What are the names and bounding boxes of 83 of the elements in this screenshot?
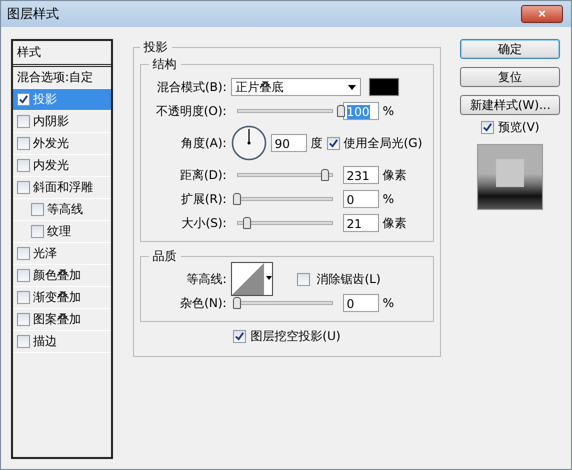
- shadow-preview-drawing: [477, 144, 544, 210]
- checkbox[interactable]: [17, 137, 30, 150]
- style-label: 外发光: [33, 135, 69, 152]
- style-item[interactable]: 斜面和浮雕: [13, 177, 111, 199]
- window-title: 图层样式: [7, 6, 59, 23]
- unit-label: %: [382, 296, 394, 310]
- style-item[interactable]: 内阴影: [13, 111, 111, 133]
- style-item[interactable]: 图案叠加: [13, 309, 111, 331]
- angle-dial-icon[interactable]: [230, 125, 267, 161]
- checkbox[interactable]: [17, 159, 30, 172]
- style-label: 纹理: [47, 223, 71, 240]
- checkbox[interactable]: [296, 272, 310, 286]
- checkbox[interactable]: [17, 269, 30, 282]
- slider-thumb[interactable]: [336, 105, 345, 117]
- checkbox[interactable]: [17, 93, 30, 106]
- style-label: 颜色叠加: [33, 267, 81, 284]
- style-label: 描边: [33, 333, 57, 350]
- group-title: 投影: [142, 39, 169, 56]
- field-label: 大小(S):: [180, 214, 227, 232]
- group-title: 结构: [152, 56, 178, 73]
- dropdown-arrow-icon: [266, 276, 272, 280]
- dialog-button[interactable]: 确定: [460, 39, 560, 59]
- slider-thumb[interactable]: [232, 297, 241, 309]
- unit-label: %: [382, 104, 394, 118]
- style-item[interactable]: 光泽: [13, 243, 111, 265]
- checkbox[interactable]: [480, 121, 494, 134]
- checkbox[interactable]: [31, 203, 44, 216]
- field-label: 距离(D):: [178, 166, 227, 184]
- checkbox[interactable]: [17, 335, 30, 348]
- value-field[interactable]: 90: [270, 134, 307, 152]
- contour-picker[interactable]: [230, 262, 273, 296]
- field-label: 不透明度(O):: [154, 102, 227, 120]
- style-label: 等高线: [47, 201, 83, 218]
- unit-label: 度: [310, 134, 323, 152]
- style-label: 内发光: [33, 157, 69, 174]
- color-swatch[interactable]: [368, 78, 399, 96]
- checkbox[interactable]: [17, 181, 30, 194]
- group-title: 品质: [152, 248, 178, 265]
- field-label: 扩展(R):: [180, 190, 227, 208]
- checkbox[interactable]: [326, 136, 340, 150]
- style-label: 光泽: [33, 245, 57, 262]
- unit-label: %: [382, 192, 394, 206]
- field-label: 混合模式(B):: [156, 78, 227, 96]
- dialog-button[interactable]: 新建样式(W)...: [460, 95, 560, 115]
- checkbox[interactable]: [17, 247, 30, 260]
- value-field[interactable]: 21: [342, 214, 379, 232]
- style-item[interactable]: 渐变叠加: [13, 287, 111, 309]
- style-label: 内阴影: [33, 113, 69, 130]
- checkbox[interactable]: [17, 291, 30, 304]
- unit-label: 像素: [382, 214, 407, 232]
- value-field[interactable]: 0: [342, 294, 379, 312]
- style-item[interactable]: 颜色叠加: [13, 265, 111, 287]
- field-label: 等高线:: [186, 270, 227, 288]
- slider-thumb[interactable]: [243, 217, 251, 229]
- style-item[interactable]: 等高线: [13, 199, 111, 221]
- style-label: 图案叠加: [33, 311, 81, 328]
- style-item[interactable]: 纹理: [13, 221, 111, 243]
- style-label: 投影: [33, 91, 57, 108]
- blend-mode-dropdown[interactable]: 正片叠底: [230, 78, 361, 96]
- style-item[interactable]: 描边: [13, 331, 111, 353]
- style-item[interactable]: 内发光: [13, 155, 111, 177]
- list-header: 样式: [13, 41, 111, 67]
- checkbox[interactable]: [233, 330, 246, 343]
- dialog-button[interactable]: 复位: [460, 67, 560, 87]
- checkbox-label: 消除锯齿(L): [316, 270, 381, 288]
- checkbox[interactable]: [31, 225, 44, 238]
- slider-thumb[interactable]: [321, 169, 329, 181]
- checkbox-label: 使用全局光(G): [344, 134, 422, 152]
- field-label: 杂色(N):: [179, 294, 227, 312]
- value-field[interactable]: 0: [342, 190, 379, 208]
- checkbox[interactable]: [17, 313, 30, 326]
- style-item[interactable]: 外发光: [13, 133, 111, 155]
- dropdown-arrow-icon: [348, 84, 356, 90]
- slider-thumb[interactable]: [232, 193, 241, 205]
- style-label: 斜面和浮雕: [33, 179, 93, 196]
- checkbox-label: 预览(V): [498, 119, 540, 136]
- style-label: 渐变叠加: [33, 289, 81, 306]
- style-label: 混合选项:自定: [17, 69, 94, 86]
- checkbox-label: 图层挖空投影(U): [250, 328, 341, 345]
- checkbox[interactable]: [17, 115, 30, 128]
- unit-label: 像素: [382, 166, 407, 184]
- field-label: 角度(A):: [180, 134, 227, 152]
- value-field[interactable]: 231: [342, 166, 379, 184]
